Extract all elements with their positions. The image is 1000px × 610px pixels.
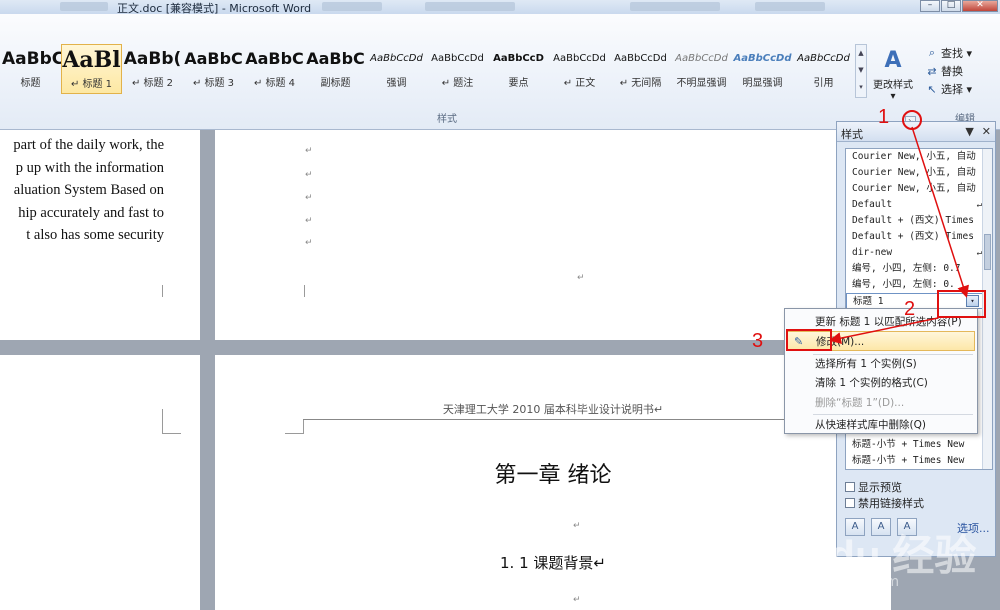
annotation-box-dropdown [937, 290, 986, 318]
annotation-number-3: 3 [752, 330, 764, 352]
annotation-number-1: 1 [878, 106, 890, 128]
watermark-url: jingyan.baidu.com [770, 574, 900, 590]
annotation-arrows [829, 126, 969, 345]
annotation-circle [902, 110, 922, 130]
baidu-watermark: Baidu 经验 jingyan.baidu.com [760, 522, 1000, 610]
arrow-step1 [911, 126, 969, 298]
annotation-number-2: 2 [904, 298, 916, 320]
annotation-box-modify [786, 329, 832, 351]
arrow-step2 [829, 317, 939, 345]
